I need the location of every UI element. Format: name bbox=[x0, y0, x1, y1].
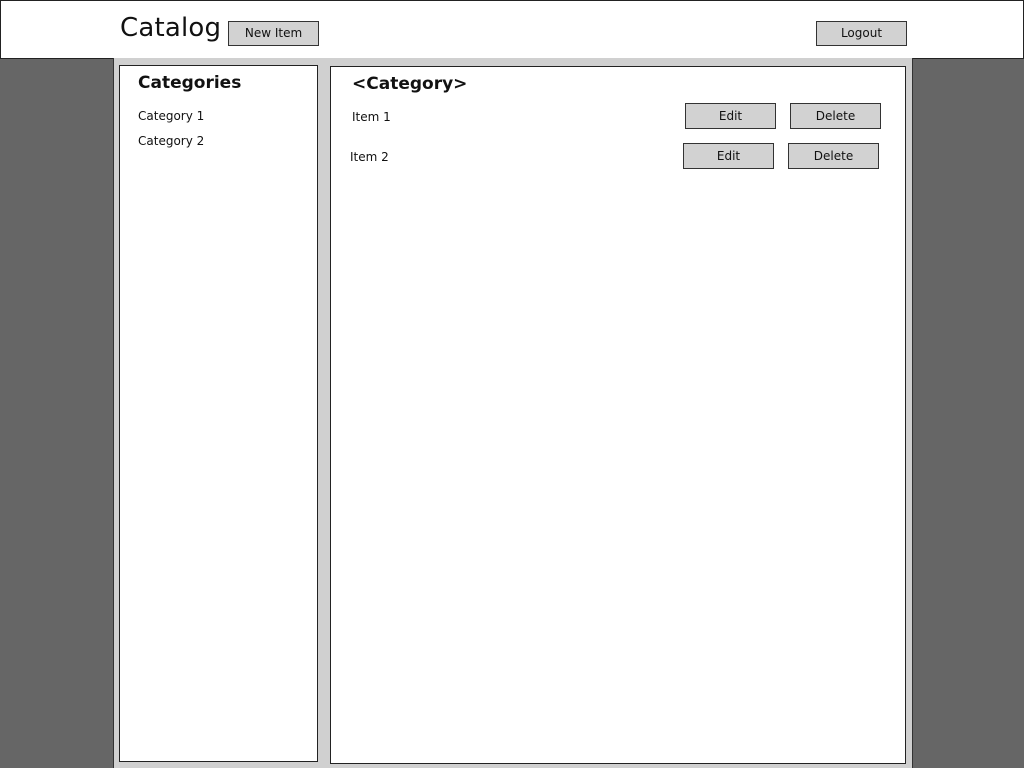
new-item-button[interactable]: New Item bbox=[228, 21, 319, 46]
item-label: Item 2 bbox=[350, 150, 389, 164]
edit-item-2-button[interactable]: Edit bbox=[683, 143, 774, 169]
sidebar-item-category-2[interactable]: Category 2 bbox=[138, 134, 204, 148]
delete-item-2-button[interactable]: Delete bbox=[788, 143, 879, 169]
page: Catalog New Item Logout Categories Categ… bbox=[0, 0, 1024, 768]
app-header: Catalog New Item Logout bbox=[0, 0, 1024, 59]
sidebar-item-category-1[interactable]: Category 1 bbox=[138, 109, 204, 123]
delete-item-1-button[interactable]: Delete bbox=[790, 103, 881, 129]
logout-button[interactable]: Logout bbox=[816, 21, 907, 46]
edit-item-1-button[interactable]: Edit bbox=[685, 103, 776, 129]
category-title: <Category> bbox=[352, 74, 468, 94]
sidebar-title: Categories bbox=[138, 73, 242, 93]
item-label: Item 1 bbox=[352, 110, 391, 124]
categories-sidebar: Categories Category 1 Category 2 bbox=[119, 65, 318, 762]
category-content: <Category> Item 1 Edit Delete Item 2 Edi… bbox=[330, 66, 906, 764]
app-title: Catalog bbox=[120, 13, 222, 43]
